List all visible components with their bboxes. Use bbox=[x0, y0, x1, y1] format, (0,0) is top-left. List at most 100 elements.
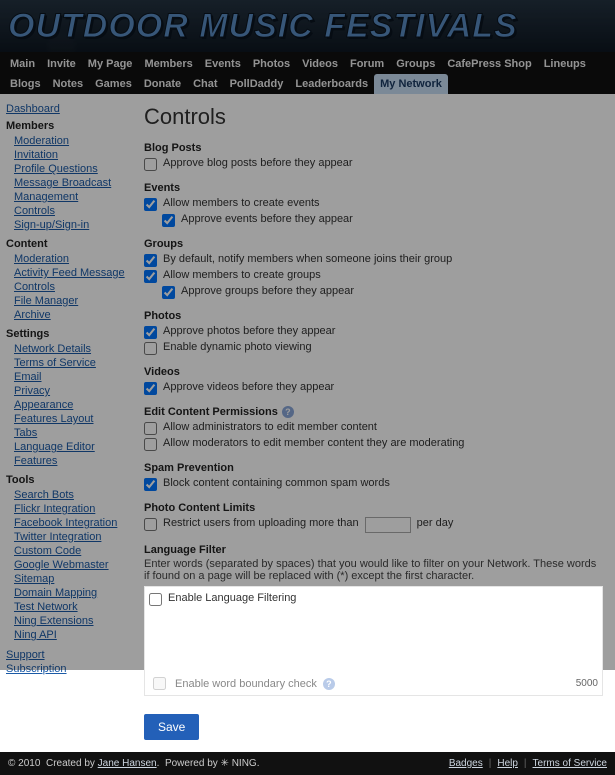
sidebar-item-facebook-integration[interactable]: Facebook Integration bbox=[6, 516, 126, 530]
sidebar-item-language-editor[interactable]: Language Editor bbox=[6, 440, 126, 454]
nav-members[interactable]: Members bbox=[138, 54, 198, 74]
sidebar-item-activity-feed-message[interactable]: Activity Feed Message bbox=[6, 266, 126, 280]
nav-games[interactable]: Games bbox=[89, 74, 138, 94]
nav-chat[interactable]: Chat bbox=[187, 74, 223, 94]
photo-limit-input[interactable] bbox=[365, 517, 411, 533]
nav-polldaddy[interactable]: PollDaddy bbox=[224, 74, 290, 94]
sidebar-item-email[interactable]: Email bbox=[6, 370, 126, 384]
section-edit-permissions: Edit Content PermissionsAllow administra… bbox=[144, 406, 603, 452]
option-row[interactable]: Approve events before they appear bbox=[144, 212, 603, 228]
footer-platform: NING bbox=[232, 758, 257, 769]
option-checkbox[interactable] bbox=[144, 198, 157, 211]
option-checkbox[interactable] bbox=[144, 438, 157, 451]
enable-language-filtering-row[interactable]: Enable Language Filtering bbox=[149, 591, 598, 607]
nav-notes[interactable]: Notes bbox=[47, 74, 90, 94]
sidebar-support[interactable]: Support bbox=[6, 648, 126, 662]
option-checkbox[interactable] bbox=[144, 422, 157, 435]
sidebar-heading-tools: Tools bbox=[6, 474, 126, 486]
sidebar-item-terms-of-service[interactable]: Terms of Service bbox=[6, 356, 126, 370]
nav-groups[interactable]: Groups bbox=[390, 54, 441, 74]
sidebar-item-ning-extensions[interactable]: Ning Extensions bbox=[6, 614, 126, 628]
option-checkbox[interactable] bbox=[144, 478, 157, 491]
sidebar-item-tabs[interactable]: Tabs bbox=[6, 426, 126, 440]
sidebar-item-network-details[interactable]: Network Details bbox=[6, 342, 126, 356]
nav-leaderboards[interactable]: Leaderboards bbox=[289, 74, 374, 94]
section-blog-posts: Blog PostsApprove blog posts before they… bbox=[144, 142, 603, 172]
sidebar-item-archive[interactable]: Archive bbox=[6, 308, 126, 322]
sidebar-item-features[interactable]: Features bbox=[6, 454, 126, 468]
sidebar-item-sign-up-sign-in[interactable]: Sign-up/Sign-in bbox=[6, 218, 126, 232]
option-checkbox[interactable] bbox=[144, 270, 157, 283]
sidebar-item-controls[interactable]: Controls bbox=[6, 204, 126, 218]
nav-cafepress-shop[interactable]: CafePress Shop bbox=[441, 54, 537, 74]
photo-limit-row[interactable]: Restrict users from uploading more than … bbox=[144, 516, 603, 534]
sidebar-item-twitter-integration[interactable]: Twitter Integration bbox=[6, 530, 126, 544]
sidebar-item-message-broadcast[interactable]: Message Broadcast bbox=[6, 176, 126, 190]
photo-limit-checkbox[interactable] bbox=[144, 518, 157, 531]
footer-link-help[interactable]: Help bbox=[497, 758, 518, 769]
option-row[interactable]: Allow members to create events bbox=[144, 196, 603, 212]
option-row[interactable]: Approve photos before they appear bbox=[144, 324, 603, 340]
nav-donate[interactable]: Donate bbox=[138, 74, 187, 94]
sidebar-item-features-layout[interactable]: Features Layout bbox=[6, 412, 126, 426]
sidebar-item-sitemap[interactable]: Sitemap bbox=[6, 572, 126, 586]
nav-videos[interactable]: Videos bbox=[296, 54, 344, 74]
sidebar-item-appearance[interactable]: Appearance bbox=[6, 398, 126, 412]
sidebar-dashboard[interactable]: Dashboard bbox=[6, 102, 126, 116]
nav-main[interactable]: Main bbox=[4, 54, 41, 74]
save-button[interactable]: Save bbox=[144, 714, 199, 740]
word-boundary-checkbox[interactable] bbox=[153, 677, 166, 690]
photo-limit-pre: Restrict users from uploading more than bbox=[163, 517, 359, 529]
nav-events[interactable]: Events bbox=[199, 54, 247, 74]
nav-my-network[interactable]: My Network bbox=[374, 74, 448, 94]
nav-photos[interactable]: Photos bbox=[247, 54, 296, 74]
sidebar-item-ning-api[interactable]: Ning API bbox=[6, 628, 126, 642]
option-checkbox[interactable] bbox=[162, 286, 175, 299]
option-row[interactable]: Approve videos before they appear bbox=[144, 380, 603, 396]
option-checkbox[interactable] bbox=[144, 342, 157, 355]
char-count: 5000 bbox=[576, 678, 598, 689]
option-checkbox[interactable] bbox=[144, 326, 157, 339]
sidebar-item-flickr-integration[interactable]: Flickr Integration bbox=[6, 502, 126, 516]
footer-author-link[interactable]: Jane Hansen bbox=[98, 758, 157, 769]
section-photo-limits: Photo Content Limits Restrict users from… bbox=[144, 502, 603, 534]
nav-my-page[interactable]: My Page bbox=[82, 54, 139, 74]
sidebar-item-moderation[interactable]: Moderation bbox=[6, 252, 126, 266]
option-row[interactable]: Allow moderators to edit member content … bbox=[144, 436, 603, 452]
sidebar-subscription[interactable]: Subscription bbox=[6, 662, 126, 676]
help-icon[interactable]: ? bbox=[323, 678, 335, 690]
option-row[interactable]: Block content containing common spam wor… bbox=[144, 476, 603, 492]
option-row[interactable]: Enable dynamic photo viewing bbox=[144, 340, 603, 356]
sidebar-item-profile-questions[interactable]: Profile Questions bbox=[6, 162, 126, 176]
sidebar-item-invitation[interactable]: Invitation bbox=[6, 148, 126, 162]
main-content: Controls Blog PostsApprove blog posts be… bbox=[132, 94, 615, 752]
option-row[interactable]: Approve blog posts before they appear bbox=[144, 156, 603, 172]
sidebar-item-search-bots[interactable]: Search Bots bbox=[6, 488, 126, 502]
sidebar-item-test-network[interactable]: Test Network bbox=[6, 600, 126, 614]
sidebar-item-management[interactable]: Management bbox=[6, 190, 126, 204]
sidebar-item-privacy[interactable]: Privacy bbox=[6, 384, 126, 398]
enable-language-filtering-checkbox[interactable] bbox=[149, 593, 162, 606]
footer-link-badges[interactable]: Badges bbox=[449, 758, 483, 769]
footer-link-terms-of-service[interactable]: Terms of Service bbox=[533, 758, 607, 769]
sidebar-item-controls[interactable]: Controls bbox=[6, 280, 126, 294]
option-row[interactable]: Allow administrators to edit member cont… bbox=[144, 420, 603, 436]
sidebar-item-google-webmaster[interactable]: Google Webmaster bbox=[6, 558, 126, 572]
sidebar-heading-settings: Settings bbox=[6, 328, 126, 340]
nav-lineups[interactable]: Lineups bbox=[538, 54, 592, 74]
sidebar-item-custom-code[interactable]: Custom Code bbox=[6, 544, 126, 558]
option-checkbox[interactable] bbox=[162, 214, 175, 227]
sidebar-item-domain-mapping[interactable]: Domain Mapping bbox=[6, 586, 126, 600]
option-checkbox[interactable] bbox=[144, 382, 157, 395]
option-checkbox[interactable] bbox=[144, 158, 157, 171]
nav-blogs[interactable]: Blogs bbox=[4, 74, 47, 94]
language-filter-textarea[interactable] bbox=[149, 611, 598, 669]
option-row[interactable]: By default, notify members when someone … bbox=[144, 252, 603, 268]
option-row[interactable]: Allow members to create groups bbox=[144, 268, 603, 284]
nav-invite[interactable]: Invite bbox=[41, 54, 82, 74]
option-row[interactable]: Approve groups before they appear bbox=[144, 284, 603, 300]
sidebar-item-moderation[interactable]: Moderation bbox=[6, 134, 126, 148]
option-checkbox[interactable] bbox=[144, 254, 157, 267]
sidebar-item-file-manager[interactable]: File Manager bbox=[6, 294, 126, 308]
nav-forum[interactable]: Forum bbox=[344, 54, 390, 74]
